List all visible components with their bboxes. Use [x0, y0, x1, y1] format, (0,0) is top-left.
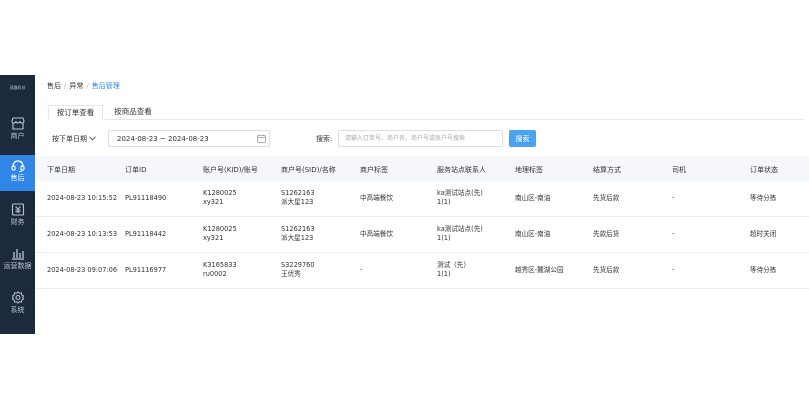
column-header: 服务站点联系人 [437, 166, 486, 174]
table-row[interactable]: 2024-08-23 10:15:52 PL91118490 K1280025 … [35, 181, 809, 217]
search-input[interactable] [338, 130, 503, 147]
cell-status: 等待分拣 [750, 266, 777, 274]
column-header: 下单日期 [47, 166, 75, 174]
cell-contact-count: 1(1) [437, 198, 451, 206]
cell-account: ru0002 [203, 270, 227, 278]
cell-order-id: PL91116977 [125, 266, 167, 274]
table-row[interactable]: 2024-08-23 09:07:06 PL91116977 K3165833 … [35, 253, 809, 289]
sidebar-item-label: 运营数据 [3, 262, 32, 270]
cell-merchant-name: 王优秀 [281, 270, 301, 278]
cell-sid: S3229760 [281, 261, 315, 269]
cell-order-id: PL91118490 [125, 194, 167, 202]
cell-status: 等待分拣 [750, 194, 777, 202]
cell-account: xy321 [203, 234, 224, 242]
cell-kid: K1280025 [203, 225, 237, 233]
sidebar-item-label: 售后 [10, 174, 25, 182]
sidebar-item-merchant[interactable]: 商户 [0, 113, 35, 149]
cell-settlement: 先款后货 [593, 230, 620, 238]
breadcrumb-item[interactable]: 售后 [47, 82, 61, 90]
cell-order-id: PL91118442 [125, 230, 167, 238]
app-logo: 茂趣科技 [9, 85, 26, 90]
cell-account: xy321 [203, 198, 224, 206]
column-header: 商户标签 [360, 166, 388, 174]
column-header: 账户号(KID)/账号 [203, 166, 258, 174]
cell-date: 2024-08-23 09:07:06 [47, 266, 118, 274]
sidebar-item-system[interactable]: 系统 [0, 287, 35, 323]
cell-contact: ka测试站点(先) [437, 189, 483, 197]
cell-sid: S1262163 [281, 225, 315, 233]
date-type-select[interactable]: 按下单日期 [52, 134, 96, 144]
main-content: 售后 / 异常 / 售后管理 按订单查看 按商品查看 按下单日期 2024-08-23 … [35, 75, 809, 334]
cell-driver: - [672, 266, 675, 274]
tab-by-order[interactable]: 按订单查看 [48, 105, 103, 120]
headset-icon [0, 159, 35, 172]
finance-icon [0, 203, 35, 216]
cell-contact-count: 1(1) [437, 234, 451, 242]
shop-icon [0, 117, 35, 130]
cell-geo-tag: 南山区-南油 [515, 194, 551, 202]
sidebar-item-aftersale[interactable]: 售后 [0, 155, 35, 191]
cell-geo-tag: 南山区-南油 [515, 230, 551, 238]
column-header: 结算方式 [593, 166, 621, 174]
cell-merchant-tag: - [360, 266, 363, 274]
sidebar-item-operations-data[interactable]: 运营数据 [0, 243, 35, 279]
breadcrumb: 售后 / 异常 / 售后管理 [47, 82, 120, 90]
sidebar: 茂趣科技 商户 售后 财务 运营数据 系统 [0, 75, 35, 334]
cell-contact: 测试（先） [437, 261, 470, 269]
chevron-down-icon [89, 135, 96, 143]
column-header: 订单状态 [750, 166, 778, 174]
cell-kid: K3165833 [203, 261, 237, 269]
cell-sid: S1262163 [281, 189, 315, 197]
cell-merchant-name: 派大星123 [281, 198, 314, 206]
search-button[interactable]: 搜索 [509, 130, 536, 147]
cell-contact-count: 1(1) [437, 270, 451, 278]
cell-status: 超时关闭 [750, 230, 777, 238]
cell-settlement: 先货后款 [593, 266, 620, 274]
cell-driver: - [672, 230, 675, 238]
view-tabs: 按订单查看 按商品查看 [48, 105, 805, 120]
breadcrumb-current: 售后管理 [91, 82, 120, 90]
column-header: 商户号(SID)/名称 [281, 166, 336, 174]
table-row[interactable]: 2024-08-23 10:13:53 PL91118442 K1280025 … [35, 217, 809, 253]
calendar-icon [257, 134, 266, 145]
cell-driver: - [672, 194, 675, 202]
date-range-value: 2024-08-23 ~ 2024-08-23 [117, 135, 209, 143]
cell-merchant-tag: 中高端餐饮 [360, 194, 393, 202]
cell-merchant-tag: 中高端餐饮 [360, 230, 393, 238]
tab-by-product[interactable]: 按商品查看 [108, 105, 158, 120]
date-type-label: 按下单日期 [52, 135, 87, 143]
sidebar-item-label: 财务 [10, 218, 25, 226]
cell-merchant-name: 派大星123 [281, 234, 314, 242]
cell-kid: K1280025 [203, 189, 237, 197]
cell-geo-tag: 越秀区-麓湖公园 [515, 266, 564, 274]
column-header: 地理标签 [515, 166, 543, 174]
cell-contact: ka测试站点(先) [437, 225, 483, 233]
date-range-picker[interactable]: 2024-08-23 ~ 2024-08-23 [108, 130, 270, 147]
search-label: 搜索: [316, 135, 333, 143]
sidebar-item-label: 商户 [10, 132, 25, 140]
column-header: 订单ID [125, 166, 147, 174]
cell-date: 2024-08-23 10:15:52 [47, 194, 118, 202]
breadcrumb-item[interactable]: 异常 [69, 82, 83, 90]
bar-chart-icon [0, 247, 35, 260]
column-header: 司机 [672, 166, 686, 174]
sidebar-item-label: 系统 [10, 306, 25, 314]
table-header: 下单日期 订单ID 账户号(KID)/账号 商户号(SID)/名称 商户标签 服… [35, 156, 809, 181]
cell-settlement: 先货后款 [593, 194, 620, 202]
gear-icon [0, 291, 35, 304]
cell-date: 2024-08-23 10:13:53 [47, 230, 118, 238]
sidebar-item-finance[interactable]: 财务 [0, 199, 35, 235]
